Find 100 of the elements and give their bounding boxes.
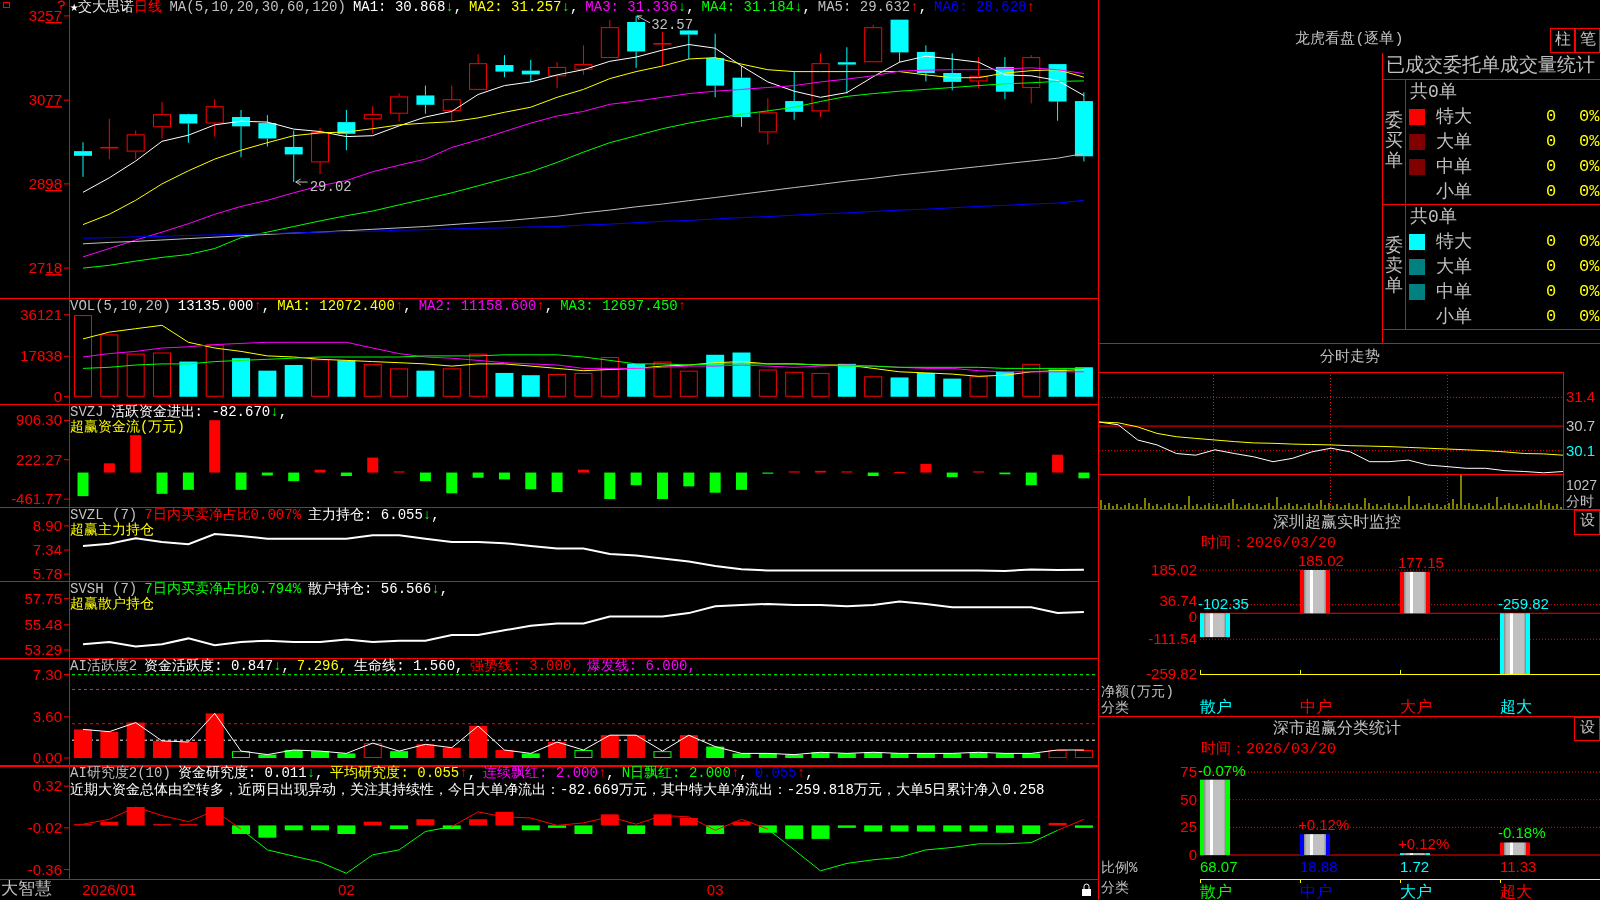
axis-label: 2898 xyxy=(28,174,62,192)
indicator-reading: SVZJ xyxy=(70,405,104,420)
order-count: 0 xyxy=(1546,155,1557,178)
candlestick xyxy=(995,56,1014,100)
bar-value-label: 18.88 xyxy=(1300,858,1338,875)
bar-value-label: -259.82 xyxy=(1498,595,1549,613)
analysis-commentary: 近期大资金总体由空转多，近两日出现异动，关注其持续性，今日大单净流出：-82.669万元，其中特大单净流出：-259.818万元，大单5日累计净入0.258 xyxy=(70,783,1045,798)
candlestick xyxy=(205,98,224,138)
candlestick xyxy=(758,97,777,146)
window-icon[interactable] xyxy=(3,2,10,8)
order-percent: 0% xyxy=(1579,130,1600,153)
axis-label: 53.29 xyxy=(24,641,62,658)
indicator-subtitle: 超赢资金流(万元) xyxy=(70,420,185,435)
panel-title: 龙虎看盘(逐单) xyxy=(1295,31,1404,50)
bar-value-label: -102.35 xyxy=(1198,595,1249,613)
price-axis-label: 31.4 xyxy=(1566,388,1596,406)
lock-icon xyxy=(1082,883,1091,896)
axis-label: 50 xyxy=(1180,790,1197,808)
axis-label: 5.78 xyxy=(32,565,62,582)
category-label: 中户 xyxy=(1300,884,1332,900)
change-label: +0.12% xyxy=(1298,816,1350,834)
question-mark-icon[interactable] xyxy=(57,0,65,11)
axis-label: 185.02 xyxy=(1151,561,1197,578)
indicator-reading: MA5: 29.632↑, xyxy=(817,0,928,15)
date-axis-label: 02 xyxy=(338,881,355,898)
order-percent: 0% xyxy=(1579,155,1600,178)
order-size-label: 小单 xyxy=(1436,305,1472,328)
order-percent: 0% xyxy=(1579,180,1600,203)
candlestick xyxy=(337,109,356,151)
price-extreme-label: 32.57 xyxy=(636,15,694,33)
settings-button[interactable]: 设 xyxy=(1574,510,1600,535)
candlestick xyxy=(600,19,619,59)
indicator-reading: 7日内买卖净占比0.794% xyxy=(144,582,302,597)
axis-label: 2718 xyxy=(28,259,62,277)
candlestick xyxy=(653,31,672,67)
axis-label: 75 xyxy=(1180,763,1197,780)
settings-button[interactable]: 设 xyxy=(1574,717,1600,741)
order-size-label: 小单 xyxy=(1436,180,1472,203)
indicator-reading: 0.055↑, xyxy=(754,766,814,781)
indicator-reading: 资金研究度: 0.011↓, xyxy=(177,766,324,781)
price-axis-label: 30.7 xyxy=(1566,417,1596,435)
order-size-label: 特大 xyxy=(1436,230,1472,253)
date-axis-label: 2026/01 xyxy=(82,881,137,898)
bar-value-label: 177.15 xyxy=(1398,553,1444,571)
price-axis-label: 30.1 xyxy=(1566,441,1596,459)
order-percent: 0% xyxy=(1579,280,1600,303)
order-count: 0 xyxy=(1546,180,1557,203)
order-percent: 0% xyxy=(1579,230,1600,253)
axis-label: -0.36 xyxy=(27,860,62,878)
order-count: 0 xyxy=(1546,305,1557,328)
category-label: 大户 xyxy=(1400,699,1432,716)
axis-label: 0.00 xyxy=(32,749,62,766)
axis-label: 7.34 xyxy=(32,541,62,558)
candlestick xyxy=(232,109,251,158)
axis-label: 0 xyxy=(1188,846,1197,863)
order-count: 0 xyxy=(1546,255,1557,278)
indicator-reading: N日飘红: 2.000↑, xyxy=(621,766,748,781)
axis-label: -259.82 xyxy=(1146,665,1197,682)
change-label: -0.18% xyxy=(1498,824,1546,842)
indicator-reading: MA3: 31.336↓, xyxy=(585,0,695,15)
indicator-reading: 13135.000↑, xyxy=(177,299,271,314)
order-size-label: 大单 xyxy=(1436,130,1472,153)
bar-value-label: 1.72 xyxy=(1400,858,1430,875)
change-label: -0.07% xyxy=(1198,761,1246,779)
y-axis-title: 比例% xyxy=(1101,860,1138,876)
timestamp: 时间：2026/03/20 xyxy=(1201,741,1336,758)
view-mode-button[interactable]: 笔 xyxy=(1575,28,1600,53)
candlestick xyxy=(943,52,962,91)
candlestick xyxy=(153,101,171,139)
brand-name: 大智慧 xyxy=(1,880,52,900)
candlestick xyxy=(442,85,461,123)
bar-value-label: 11.33 xyxy=(1500,858,1537,875)
axis-label: 7.30 xyxy=(32,665,62,683)
candlestick xyxy=(495,54,514,78)
timestamp: 时间：2026/03/20 xyxy=(1201,535,1336,552)
candlestick xyxy=(837,46,856,95)
indicator-reading: 生命线: 1.560, xyxy=(354,659,464,674)
candlestick xyxy=(179,113,198,144)
indicator-reading: 散户持仓: 56.566↓, xyxy=(308,582,449,597)
candlestick xyxy=(363,105,382,135)
indicator-reading: 7日内买卖净占比0.007% xyxy=(144,508,302,523)
category-label: 超大 xyxy=(1500,699,1532,716)
change-label: +0.12% xyxy=(1398,835,1450,853)
indicator-subtitle: 超赢散户持仓 xyxy=(70,597,154,612)
candlestick xyxy=(548,61,567,89)
category-label: 大户 xyxy=(1400,884,1432,900)
order-total: 共0单 xyxy=(1409,81,1457,104)
y-axis-title: 净额(万元) xyxy=(1101,684,1174,700)
candlestick xyxy=(126,130,145,160)
axis-label: -0.02 xyxy=(27,818,62,836)
order-percent: 0% xyxy=(1579,255,1600,278)
indicator-reading: MA2: 11158.600↑, xyxy=(418,299,554,314)
candlestick xyxy=(469,53,488,91)
view-mode-button[interactable]: 柱 xyxy=(1550,28,1575,53)
indicator-reading: MA3: 12697.450↑ xyxy=(560,299,687,314)
candlestick xyxy=(811,52,830,118)
indicator-reading: MA6: 28.628↑ xyxy=(934,0,1035,15)
candlestick xyxy=(679,29,698,60)
indicator-reading: 连续飘红: 2.000↑, xyxy=(483,766,615,781)
order-count: 0 xyxy=(1546,105,1557,128)
